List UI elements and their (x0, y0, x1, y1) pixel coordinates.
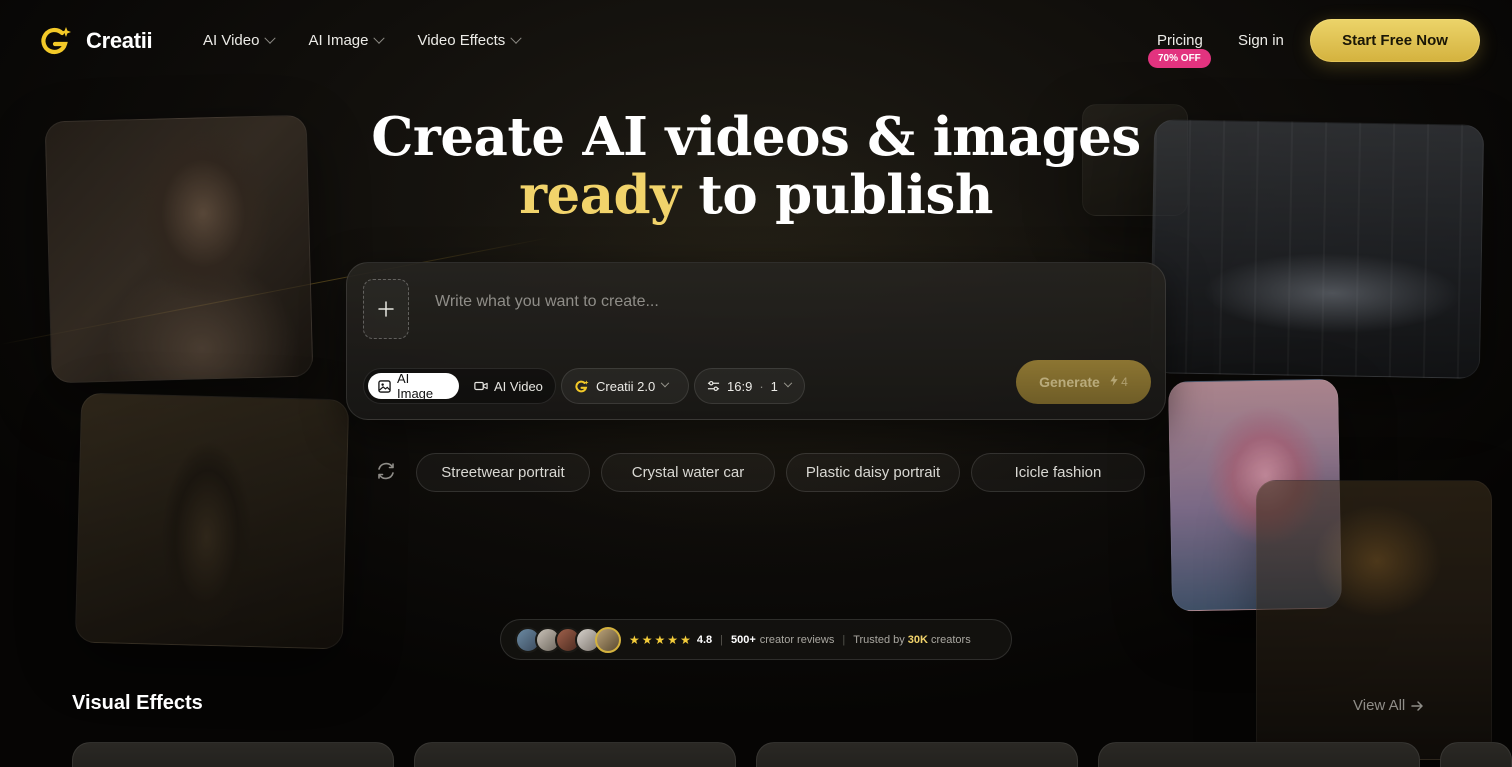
aspect-ratio: 16:9 (727, 378, 753, 394)
sign-in-link[interactable]: Sign in (1238, 32, 1284, 49)
effect-card[interactable] (72, 742, 394, 767)
refresh-suggestions-button[interactable] (374, 460, 398, 484)
hero-title: Create AI videos & images ready to publi… (0, 108, 1512, 224)
mode-ai-video[interactable]: AI Video (464, 373, 553, 399)
suggestion-chip[interactable]: Streetwear portrait (416, 453, 590, 492)
creatii-logo-icon (575, 379, 589, 392)
review-label: creator reviews (759, 633, 835, 646)
discount-badge: 70% OFF (1148, 49, 1211, 68)
suggestion-chip[interactable]: Plastic daisy portrait (786, 453, 960, 492)
prompt-box: AI Image AI Video Creatii 2.0 16:9 · 1 G… (346, 262, 1166, 420)
pricing-link[interactable]: Pricing (1157, 32, 1203, 49)
view-all-label: View All (1353, 697, 1406, 714)
menu-ai-video[interactable]: AI Video (203, 32, 277, 49)
suggestion-chip[interactable]: Crystal water car (601, 453, 775, 492)
upload-button[interactable] (363, 279, 409, 339)
star-icon: ★ (667, 632, 679, 647)
credit-cost-value: 4 (1121, 375, 1128, 389)
credit-cost: 4 (1110, 375, 1128, 389)
avatar (595, 626, 621, 653)
lightning-icon (1110, 375, 1118, 386)
sliders-icon (707, 380, 720, 392)
generate-button[interactable]: Generate 4 (1016, 360, 1151, 404)
star-icon: ★ (629, 632, 640, 647)
settings-selector[interactable]: 16:9 · 1 (694, 368, 805, 404)
review-count: 500+ (730, 633, 756, 646)
gallery-card-perfume (74, 392, 350, 650)
chevron-down-icon (264, 32, 277, 44)
effect-card[interactable] (756, 742, 1078, 767)
generate-label: Generate (1039, 374, 1100, 390)
menu-ai-image[interactable]: AI Image (308, 32, 386, 49)
mode-toggle: AI Image AI Video (363, 368, 556, 404)
divider: | (720, 633, 723, 646)
creatii-logo-icon (38, 24, 72, 58)
video-camera-icon (474, 381, 488, 391)
brand-name: Creatii (86, 28, 153, 53)
effect-card[interactable] (414, 742, 736, 767)
menu-video-effects[interactable]: Video Effects (417, 32, 522, 49)
divider: | (842, 633, 846, 646)
output-count: 1 (770, 378, 778, 394)
star-icon: ★ (680, 632, 691, 647)
prompt-input[interactable] (435, 291, 1075, 313)
trusted-prefix: Trusted by (853, 633, 905, 646)
effect-card[interactable] (1440, 742, 1512, 767)
hero-line-2: to publish (680, 164, 993, 226)
view-all-link[interactable]: View All (1353, 697, 1424, 714)
rating-value: 4.8 (696, 633, 713, 646)
star-icon: ★ (641, 632, 653, 647)
trusted-number: 30K (907, 633, 928, 646)
trusted-suffix: creators (930, 633, 971, 646)
menu-label: AI Video (203, 32, 260, 49)
reviews-pill: ★ ★ ★ ★ ★ 4.8 | 500+ creator reviews | Trust… (500, 619, 1012, 660)
separator-dot: · (759, 378, 764, 394)
mode-ai-image[interactable]: AI Image (368, 371, 459, 401)
image-icon (378, 379, 391, 393)
avatar-stack (515, 626, 625, 653)
model-label: Creatii 2.0 (596, 378, 656, 394)
mode-label: AI Image (397, 371, 434, 401)
star-icon: ★ (654, 632, 666, 647)
chevron-down-icon (783, 378, 793, 388)
chevron-down-icon (373, 32, 386, 44)
menu-label: Video Effects (417, 32, 506, 49)
gallery-card-shop (1256, 480, 1492, 760)
plus-icon (378, 301, 394, 317)
section-title: Visual Effects (72, 692, 203, 714)
refresh-icon (378, 462, 394, 480)
menu-label: AI Image (308, 32, 369, 49)
hero-accent-word: ready (519, 164, 681, 226)
start-free-button[interactable]: Start Free Now (1310, 19, 1480, 62)
model-selector[interactable]: Creatii 2.0 (561, 368, 689, 404)
chevron-down-icon (510, 32, 522, 44)
logo-link[interactable]: Creatii (38, 24, 153, 58)
arrow-right-icon (1411, 700, 1424, 711)
main-menu: AI Video AI Image Video Effects (203, 32, 522, 49)
effect-card[interactable] (1098, 742, 1420, 767)
chevron-down-icon (661, 378, 670, 388)
mode-label: AI Video (494, 378, 543, 394)
top-nav: Creatii AI Video AI Image Video Effects … (0, 0, 1512, 82)
star-rating: ★ ★ ★ ★ ★ (629, 633, 691, 647)
hero-line-1: Create AI videos & images (371, 106, 1141, 168)
suggestion-chip[interactable]: Icicle fashion (971, 453, 1145, 492)
